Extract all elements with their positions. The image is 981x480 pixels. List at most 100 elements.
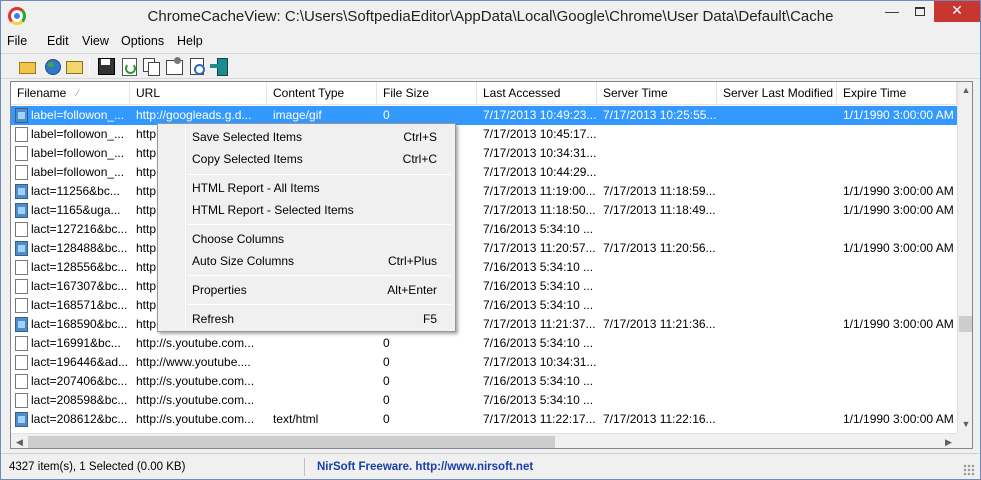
menu-options[interactable]: Options: [121, 34, 164, 48]
vertical-scroll-thumb[interactable]: [959, 316, 972, 332]
cell-expire: 1/1/1990 3:00:00 AM: [843, 412, 954, 426]
table-row[interactable]: lact=207406&bc... http://s.youtube.com...…: [11, 372, 957, 391]
menu-item-html-report-selected[interactable]: HTML Report - Selected Items: [160, 199, 453, 221]
menu-edit[interactable]: Edit: [47, 34, 69, 48]
table-row[interactable]: label=followon_... http 7/17/2013 10:34:31…: [11, 144, 957, 163]
table-row[interactable]: lact=168571&bc... http 7/16/2013 5:34:10 .…: [11, 296, 957, 315]
table-row[interactable]: lact=127216&bc... http 7/16/2013 5:34:10 .…: [11, 220, 957, 239]
refresh-icon[interactable]: [120, 57, 138, 76]
document-file-icon: [15, 279, 28, 294]
table-row[interactable]: label=followon_... http://googleads.g.d..…: [11, 106, 957, 125]
menu-file[interactable]: File: [7, 34, 27, 48]
table-row[interactable]: label=followon_... http 7/17/2013 10:45:17…: [11, 125, 957, 144]
cell-server-time: [603, 144, 717, 163]
horizontal-scroll-thumb[interactable]: [28, 436, 555, 448]
minimize-button[interactable]: —: [878, 1, 906, 22]
cell-expire: [843, 163, 957, 182]
cell-accessed: 7/16/2013 5:34:10 ...: [483, 279, 594, 293]
column-header-last-accessed[interactable]: Last Accessed: [477, 82, 597, 105]
toolbar-separator: [89, 58, 90, 75]
document-file-icon: [15, 127, 28, 142]
menu-item-label: HTML Report - All Items: [192, 181, 320, 195]
cell-url: http://s.youtube.com...: [136, 393, 255, 407]
table-row[interactable]: lact=168590&bc... http 7/17/2013 11:21:37.…: [11, 315, 957, 334]
menu-item-html-report-all[interactable]: HTML Report - All Items: [160, 177, 453, 199]
cell-server-modified: [723, 296, 837, 315]
table-row[interactable]: lact=208612&bc... http://s.youtube.com...…: [11, 410, 957, 429]
horizontal-scrollbar[interactable]: ◀ ▶: [11, 433, 957, 448]
maximize-button[interactable]: [906, 1, 934, 22]
column-header-server-last-modified[interactable]: Server Last Modified: [717, 82, 837, 105]
table-row[interactable]: label=followon_... http 7/17/2013 10:44:29…: [11, 163, 957, 182]
column-header-filename[interactable]: Filename ⁄: [11, 82, 130, 105]
cell-server-modified: [723, 258, 837, 277]
cell-expire: [843, 125, 957, 144]
scroll-up-icon[interactable]: ▲: [958, 82, 972, 99]
menu-item-shortcut: Alt+Enter: [387, 283, 437, 297]
resize-grip-icon[interactable]: [963, 464, 975, 476]
column-header-file-size[interactable]: File Size: [377, 82, 477, 105]
menu-help[interactable]: Help: [177, 34, 203, 48]
cell-size: 0: [383, 336, 390, 350]
column-header-url[interactable]: URL: [130, 82, 267, 105]
table-row[interactable]: lact=167307&bc... http 7/16/2013 5:34:10 .…: [11, 277, 957, 296]
table-row[interactable]: lact=11256&bc... http 7/17/2013 11:19:00..…: [11, 182, 957, 201]
menu-item-save-selected[interactable]: Save Selected Items Ctrl+S: [160, 126, 453, 148]
copy-icon[interactable]: [142, 57, 160, 76]
cell-server-modified: [723, 410, 837, 429]
cell-server-modified: [723, 372, 837, 391]
globe-icon[interactable]: [43, 57, 61, 75]
menu-item-auto-size-columns[interactable]: Auto Size Columns Ctrl+Plus: [160, 250, 453, 272]
scroll-right-icon[interactable]: ▶: [940, 434, 957, 448]
table-row[interactable]: lact=16991&bc... http://s.youtube.com... 0…: [11, 334, 957, 353]
menu-separator: [188, 304, 451, 305]
close-button[interactable]: ✕: [934, 1, 980, 22]
cell-filename: lact=128488&bc...: [31, 241, 128, 255]
scroll-left-icon[interactable]: ◀: [11, 434, 28, 448]
cell-server-time: 7/17/2013 11:18:49...: [603, 203, 716, 217]
open-folder-icon[interactable]: [18, 57, 36, 75]
save-icon[interactable]: [97, 57, 115, 75]
cell-url: http://s.youtube.com...: [136, 336, 255, 350]
properties-icon[interactable]: [165, 57, 183, 75]
menu-item-refresh[interactable]: Refresh F5: [160, 308, 453, 330]
cell-server-modified: [723, 239, 837, 258]
folder-icon[interactable]: [65, 57, 83, 75]
menu-item-copy-selected[interactable]: Copy Selected Items Ctrl+C: [160, 148, 453, 170]
cell-accessed: 7/16/2013 5:34:10 ...: [483, 222, 594, 236]
table-row[interactable]: lact=208598&bc... http://s.youtube.com...…: [11, 391, 957, 410]
sort-indicator-icon: ⁄: [77, 88, 79, 98]
find-icon[interactable]: [188, 57, 206, 75]
vertical-scrollbar[interactable]: ▲ ▼: [957, 82, 972, 433]
column-header-content-type[interactable]: Content Type: [267, 82, 377, 105]
cell-server-modified: [723, 144, 837, 163]
column-header-server-time[interactable]: Server Time: [597, 82, 717, 105]
title-bar[interactable]: ChromeCacheView: C:\Users\SoftpediaEdito…: [1, 1, 980, 31]
menu-view[interactable]: View: [82, 34, 109, 48]
menu-item-label: Copy Selected Items: [192, 152, 303, 166]
cell-url: http://s.youtube.com...: [136, 374, 255, 388]
table-row[interactable]: lact=196446&ad... http://www.youtube.... 0…: [11, 353, 957, 372]
context-menu: Save Selected Items Ctrl+S Copy Selected …: [157, 123, 456, 332]
table-row[interactable]: lact=1165&uga... http 7/17/2013 11:18:50..…: [11, 201, 957, 220]
exit-icon[interactable]: [210, 57, 228, 76]
cell-expire: [843, 391, 957, 410]
document-file-icon: [15, 165, 28, 180]
scroll-down-icon[interactable]: ▼: [958, 416, 972, 433]
cell-server-time: [603, 258, 717, 277]
menu-item-shortcut: Ctrl+S: [403, 130, 437, 144]
cell-server-time: [603, 220, 717, 239]
image-file-icon: [15, 241, 28, 256]
table-row[interactable]: lact=128556&bc... http 7/16/2013 5:34:10 .…: [11, 258, 957, 277]
cell-expire: 1/1/1990 3:00:00 AM: [843, 184, 954, 198]
status-bar: 4327 item(s), 1 Selected (0.00 KB) NirSo…: [1, 453, 980, 479]
cell-server-time: 7/17/2013 11:18:59...: [603, 184, 716, 198]
nirsoft-link[interactable]: NirSoft Freeware. http://www.nirsoft.net: [317, 458, 533, 476]
cell-filename: label=followon_...: [31, 146, 125, 160]
menu-item-properties[interactable]: Properties Alt+Enter: [160, 279, 453, 301]
table-row[interactable]: lact=128488&bc... http 7/17/2013 11:20:57.…: [11, 239, 957, 258]
cell-server-time: 7/17/2013 10:25:55...: [603, 108, 717, 122]
menu-item-choose-columns[interactable]: Choose Columns: [160, 228, 453, 250]
column-header-expire-time[interactable]: Expire Time: [837, 82, 957, 105]
cache-list[interactable]: Filename ⁄ URL Content Type File Size Las…: [10, 81, 973, 449]
